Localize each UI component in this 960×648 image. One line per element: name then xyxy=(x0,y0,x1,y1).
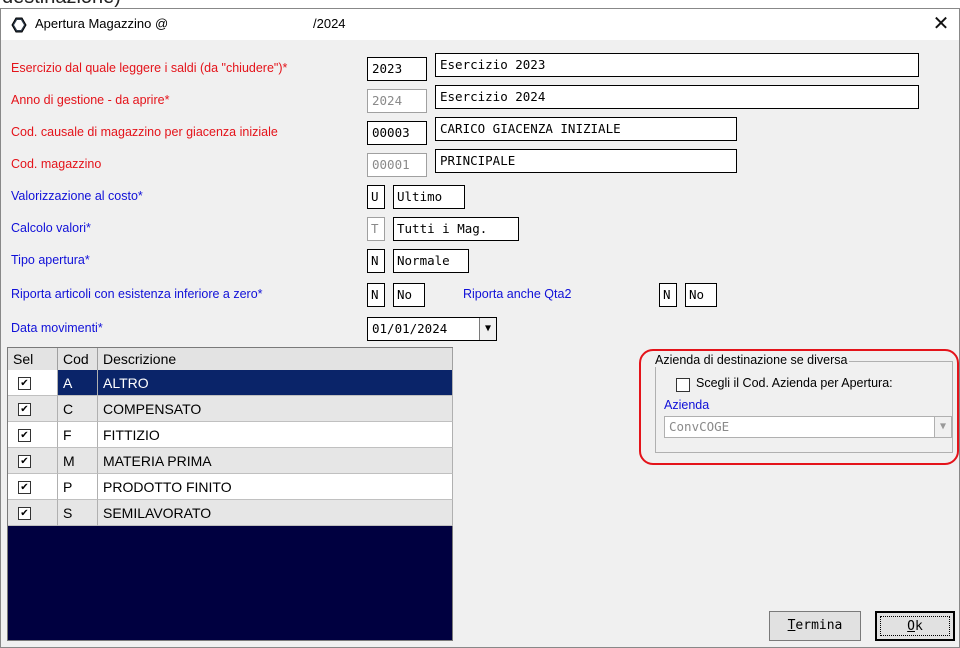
magazzino-code-field[interactable]: 00001 xyxy=(367,153,427,177)
data-movimenti-value: 01/01/2024 xyxy=(372,321,448,336)
riporta-desc-field[interactable]: No xyxy=(393,283,425,307)
esercizio-code-field[interactable]: 2023 xyxy=(367,57,427,81)
row-cod: P xyxy=(58,474,98,500)
azienda-select-value: ConvCOGE xyxy=(669,419,730,434)
tipo-apertura-code-field[interactable]: N xyxy=(367,249,385,273)
termina-label: ermina xyxy=(795,618,843,633)
calcolo-label: Calcolo valori* xyxy=(11,221,91,235)
row-desc: PRODOTTO FINITO xyxy=(98,474,453,500)
table-row[interactable]: ✔ P PRODOTTO FINITO xyxy=(8,474,453,500)
row-checkbox[interactable]: ✔ xyxy=(18,377,31,390)
grid-header-sel[interactable]: Sel xyxy=(8,348,58,370)
azienda-label: Azienda xyxy=(664,398,710,412)
scegli-azienda-label: Scegli il Cod. Azienda per Apertura: xyxy=(696,376,893,390)
anno-code-field[interactable]: 2024 xyxy=(367,89,427,113)
anno-desc-field[interactable]: Esercizio 2024 xyxy=(435,85,919,109)
azienda-groupbox-title: Azienda di destinazione se diversa xyxy=(655,353,850,367)
table-row[interactable]: ✔ F FITTIZIO xyxy=(8,422,453,448)
qta2-code-field[interactable]: N xyxy=(659,283,677,307)
valorizzazione-desc-field[interactable]: Ultimo xyxy=(393,185,465,209)
causale-label: Cod. causale di magazzino per giacenza i… xyxy=(11,125,278,139)
termina-button[interactable]: Termina xyxy=(769,611,861,641)
data-movimenti-label: Data movimenti* xyxy=(11,321,103,335)
grid-header-descrizione[interactable]: Descrizione xyxy=(98,348,453,370)
row-checkbox[interactable]: ✔ xyxy=(18,403,31,416)
chevron-down-icon[interactable]: ▼ xyxy=(934,417,951,437)
tipo-apertura-desc-field[interactable]: Normale xyxy=(393,249,469,273)
row-cod: M xyxy=(58,448,98,474)
dialog-window: Apertura Magazzino @ /2024 ✕ Esercizio d… xyxy=(0,8,960,648)
table-row[interactable]: ✔ A ALTRO xyxy=(8,370,453,396)
window-title-year: /2024 xyxy=(313,16,346,31)
valorizzazione-code-field[interactable]: U xyxy=(367,185,385,209)
tipo-apertura-label: Tipo apertura* xyxy=(11,253,90,267)
row-desc: FITTIZIO xyxy=(98,422,453,448)
table-row[interactable]: ✔ M MATERIA PRIMA xyxy=(8,448,453,474)
grid-header: Sel Cod Descrizione xyxy=(8,348,453,370)
calcolo-desc-field[interactable]: Tutti i Mag. xyxy=(393,217,519,241)
riporta-code-field[interactable]: N xyxy=(367,283,385,307)
calcolo-code-field[interactable]: T xyxy=(367,217,385,241)
row-desc: MATERIA PRIMA xyxy=(98,448,453,474)
qta2-desc-field[interactable]: No xyxy=(685,283,717,307)
row-desc: ALTRO xyxy=(98,370,453,396)
gruppi-merceologici-grid[interactable]: Sel Cod Descrizione ✔ A ALTRO ✔ C COMPEN… xyxy=(7,347,453,641)
anno-label: Anno di gestione - da aprire* xyxy=(11,93,170,107)
causale-code-field[interactable]: 00003 xyxy=(367,121,427,145)
magazzino-label: Cod. magazzino xyxy=(11,157,102,171)
window-title: Apertura Magazzino @ xyxy=(35,16,169,31)
row-checkbox[interactable]: ✔ xyxy=(18,507,31,520)
row-cod: S xyxy=(58,500,98,526)
row-checkbox[interactable]: ✔ xyxy=(18,455,31,468)
row-cod: C xyxy=(58,396,98,422)
row-checkbox[interactable]: ✔ xyxy=(18,481,31,494)
row-desc: SEMILAVORATO xyxy=(98,500,453,526)
row-cod: F xyxy=(58,422,98,448)
chevron-down-icon[interactable]: ▼ xyxy=(479,318,496,340)
esercizio-label: Esercizio dal quale leggere i saldi (da … xyxy=(11,61,288,75)
grid-header-cod[interactable]: Cod xyxy=(58,348,98,370)
row-checkbox[interactable]: ✔ xyxy=(18,429,31,442)
valorizzazione-label: Valorizzazione al costo* xyxy=(11,189,143,203)
table-row[interactable]: ✔ S SEMILAVORATO xyxy=(8,500,453,526)
app-icon xyxy=(11,17,27,38)
azienda-groupbox: Azienda di destinazione se diversa Scegl… xyxy=(655,353,953,453)
riporta-label: Riporta articoli con esistenza inferiore… xyxy=(11,287,263,301)
causale-desc-field[interactable]: CARICO GIACENZA INIZIALE xyxy=(435,117,737,141)
title-bar: Apertura Magazzino @ /2024 ✕ xyxy=(1,9,959,40)
azienda-select[interactable]: ConvCOGE ▼ xyxy=(664,416,952,438)
table-row[interactable]: ✔ C COMPENSATO xyxy=(8,396,453,422)
close-icon[interactable]: ✕ xyxy=(927,13,955,35)
data-movimenti-picker[interactable]: 01/01/2024 ▼ xyxy=(367,317,497,341)
scegli-azienda-checkbox[interactable] xyxy=(676,378,690,392)
esercizio-desc-field[interactable]: Esercizio 2023 xyxy=(435,53,919,77)
row-cod: A xyxy=(58,370,98,396)
qta2-label: Riporta anche Qta2 xyxy=(463,287,572,301)
ok-button[interactable]: Ok xyxy=(875,611,955,641)
row-desc: COMPENSATO xyxy=(98,396,453,422)
magazzino-desc-field[interactable]: PRINCIPALE xyxy=(435,149,737,173)
